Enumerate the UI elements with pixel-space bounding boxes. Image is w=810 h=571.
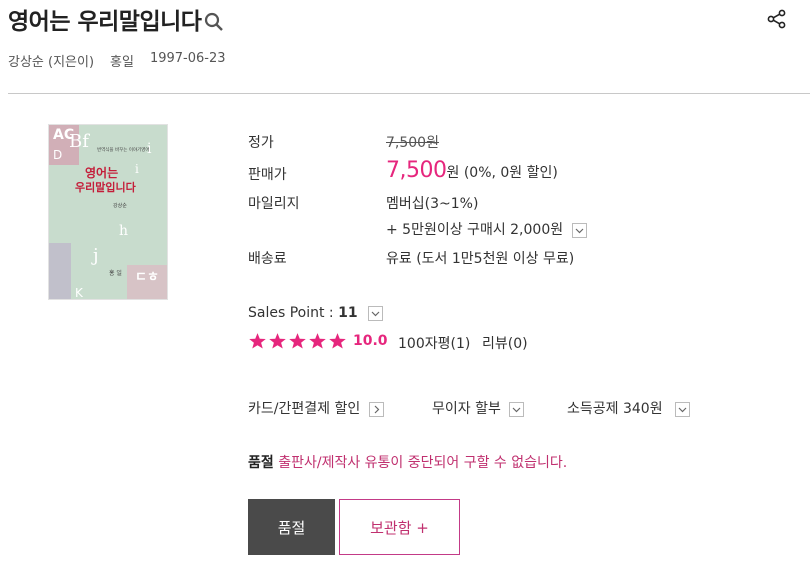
sales-point-chevron-icon[interactable]: [368, 305, 384, 321]
sales-point-value: 11: [338, 305, 358, 321]
sale-price-label: 판매가: [248, 167, 287, 183]
star-icon: [309, 333, 326, 349]
mileage-label: 마일리지: [248, 196, 300, 212]
star-icon: [289, 333, 306, 349]
svg-text:j: j: [91, 245, 99, 266]
svg-text:h: h: [119, 223, 128, 239]
shipping-value: 유료 (도서 1만5천원 이상 무료): [386, 251, 575, 267]
chevron-down-icon[interactable]: [509, 401, 525, 417]
chevron-down-icon[interactable]: [675, 401, 691, 417]
card-discount[interactable]: 카드/간편결제 할인: [248, 398, 384, 418]
svg-text:Bf: Bf: [69, 131, 90, 152]
installment-option[interactable]: 무이자 할부: [432, 398, 525, 418]
soldout-message: 출판사/제작사 유통이 중단되어 구할 수 없습니다.: [278, 455, 568, 471]
sales-point-label: Sales Point :: [248, 305, 339, 321]
installment-label: 무이자 할부: [432, 401, 501, 417]
share-icon[interactable]: [766, 8, 788, 30]
star-icon: [329, 333, 346, 349]
add-to-wishlist-button[interactable]: 보관함 +: [339, 499, 460, 555]
sale-price-unit: 원: [446, 165, 460, 181]
mileage-extra-text: + 5만원이상 구매시 2,000원: [386, 222, 564, 238]
rating-stars: 10.0: [248, 332, 388, 350]
sale-price-note: (0%, 0원 할인): [459, 165, 558, 181]
svg-text:홍 일: 홍 일: [109, 269, 122, 277]
star-icon: [269, 333, 286, 349]
rating-score: 10.0: [353, 333, 388, 349]
list-price-label: 정가: [248, 135, 274, 151]
mileage-extra: + 5만원이상 구매시 2,000원: [386, 219, 587, 239]
shipping-label: 배송료: [248, 251, 287, 267]
list-price-value: 7,500원: [386, 135, 439, 151]
sales-point: Sales Point : 11: [248, 305, 384, 321]
sale-price: 7,500원 (0%, 0원 할인): [386, 158, 558, 183]
svg-text:영어는: 영어는: [85, 165, 118, 180]
svg-text:우리말입니다: 우리말입니다: [75, 180, 137, 194]
card-discount-label: 카드/간편결제 할인: [248, 401, 361, 417]
divider: [8, 93, 810, 94]
book-meta: 강상순 (지은이) 홍일 1997-06-23: [8, 51, 226, 70]
publisher-link[interactable]: 홍일: [110, 51, 134, 70]
svg-text:D: D: [53, 148, 62, 162]
svg-text:ㄷㅎ: ㄷㅎ: [135, 270, 159, 285]
svg-text:K: K: [75, 286, 84, 300]
mileage-value: 멤버십(3~1%): [386, 196, 479, 212]
svg-text:강상순: 강상순: [113, 202, 127, 209]
search-icon[interactable]: [204, 12, 224, 32]
star-icon: [249, 333, 266, 349]
publish-date: 1997-06-23: [149, 51, 226, 66]
author-link[interactable]: 강상순 (지은이): [8, 51, 94, 70]
soldout-label: 품절: [248, 455, 274, 471]
short-review-link[interactable]: 100자평(1): [398, 333, 470, 353]
tax-deduction-option[interactable]: 소득공제 340원: [567, 398, 691, 418]
sale-price-value: 7,500: [386, 158, 447, 183]
mileage-expand-chevron-icon[interactable]: [571, 222, 587, 238]
title-row: 영어는 우리말입니다: [8, 2, 224, 36]
book-cover-image[interactable]: AC Bf D i i h j K ㄷㅎ 번역식을 바꾸는 이야기영어 영어는 …: [48, 124, 168, 300]
soldout-button[interactable]: 품절: [248, 499, 335, 555]
svg-text:번역식을 바꾸는 이야기영어: 번역식을 바꾸는 이야기영어: [97, 146, 150, 153]
soldout-notice: 품절 출판사/제작사 유통이 중단되어 구할 수 없습니다.: [248, 452, 567, 472]
svg-text:i: i: [135, 162, 139, 176]
chevron-right-icon[interactable]: [368, 401, 384, 417]
book-title: 영어는 우리말입니다: [8, 9, 202, 35]
review-link[interactable]: 리뷰(0): [482, 333, 528, 353]
tax-deduction-label: 소득공제 340원: [567, 401, 663, 417]
